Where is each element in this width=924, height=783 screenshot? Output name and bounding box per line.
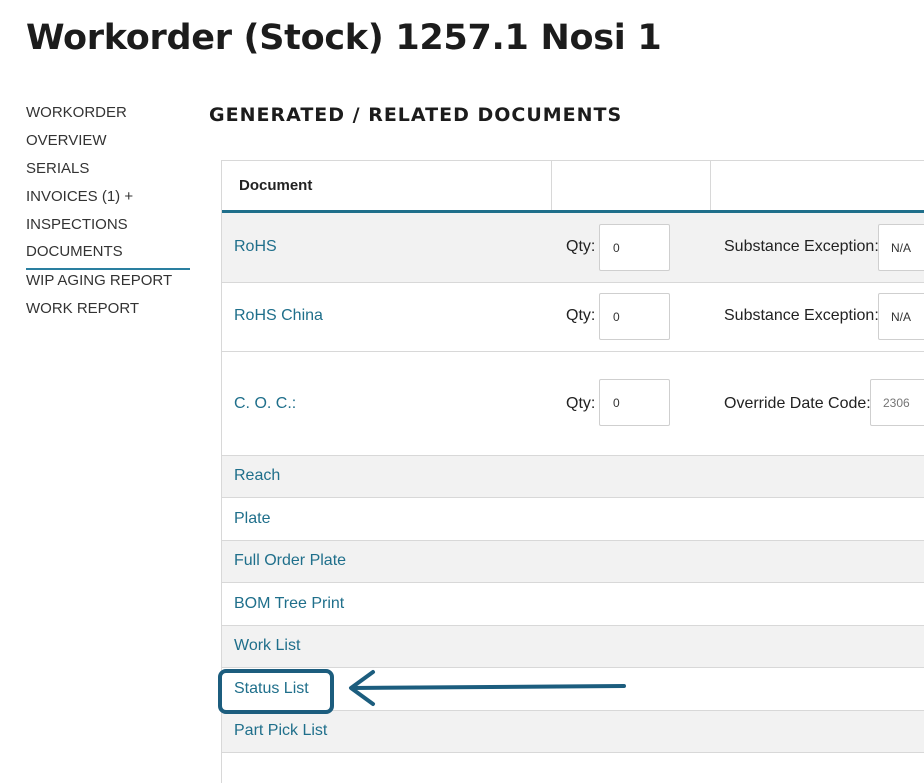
- section-title: GENERATED / RELATED DOCUMENTS: [209, 104, 623, 126]
- list-item: BOM Tree Print: [222, 583, 924, 626]
- list-item: Plate: [222, 498, 924, 541]
- sidebar-nav: WORKORDER OVERVIEW SERIALS INVOICES (1) …: [26, 102, 192, 326]
- override-date-code-label: Override Date Code:: [724, 395, 871, 412]
- list-item: Part Pick List: [222, 711, 924, 753]
- table-row: RoHS China Qty: Substance Exception:: [222, 283, 924, 352]
- sidebar-item-serials[interactable]: SERIALS: [26, 158, 192, 186]
- substance-exception-input-rohs-china[interactable]: [878, 293, 924, 340]
- override-date-code-input[interactable]: [870, 379, 924, 426]
- sidebar-item-inspections[interactable]: INSPECTIONS: [26, 214, 192, 242]
- doc-link-reach[interactable]: Reach: [234, 467, 280, 485]
- sidebar-item-invoices[interactable]: INVOICES (1) +: [26, 186, 192, 214]
- annotation-highlight-box: [218, 669, 334, 714]
- qty-label: Qty:: [566, 307, 596, 324]
- sidebar-item-workorder[interactable]: WORKORDER: [26, 102, 192, 130]
- doc-link-coc[interactable]: C. O. C.:: [234, 395, 296, 413]
- qty-label: Qty:: [566, 238, 596, 255]
- doc-link-full-order-plate[interactable]: Full Order Plate: [234, 552, 346, 570]
- qty-input-rohs-china[interactable]: [599, 293, 670, 340]
- doc-link-plate[interactable]: Plate: [234, 510, 270, 528]
- qty-input-rohs[interactable]: [599, 224, 670, 271]
- doc-link-work-list[interactable]: Work List: [234, 637, 300, 655]
- annotation-arrow-icon: [349, 670, 626, 706]
- doc-link-rohs-china[interactable]: RoHS China: [234, 307, 323, 325]
- doc-link-bom-tree-print[interactable]: BOM Tree Print: [234, 595, 344, 613]
- table-row: RoHS Qty: Substance Exception:: [222, 213, 924, 283]
- sidebar-item-documents[interactable]: DOCUMENTS: [26, 242, 190, 270]
- qty-input-coc[interactable]: [599, 379, 670, 426]
- page-title: Workorder (Stock) 1257.1 Nosi 1: [26, 18, 662, 58]
- substance-exception-label: Substance Exception:: [724, 238, 879, 255]
- sidebar-item-overview[interactable]: OVERVIEW: [26, 130, 192, 158]
- list-item: Full Order Plate: [222, 541, 924, 583]
- list-item: Reach: [222, 456, 924, 498]
- doc-link-part-pick-list[interactable]: Part Pick List: [234, 722, 327, 740]
- sidebar-item-wip-aging-report[interactable]: WIP AGING REPORT: [26, 270, 192, 298]
- list-item: Work List: [222, 626, 924, 668]
- list-item: [222, 753, 924, 783]
- table-header: Document: [222, 161, 924, 213]
- column-header-document: Document: [222, 161, 552, 210]
- substance-exception-input-rohs[interactable]: [878, 224, 924, 271]
- column-header-qty: [552, 161, 711, 210]
- sidebar-item-work-report[interactable]: WORK REPORT: [26, 298, 192, 326]
- substance-exception-label: Substance Exception:: [724, 307, 879, 324]
- doc-link-rohs[interactable]: RoHS: [234, 238, 277, 256]
- table-row: C. O. C.: Qty: Override Date Code:: [222, 352, 924, 456]
- qty-label: Qty:: [566, 395, 596, 412]
